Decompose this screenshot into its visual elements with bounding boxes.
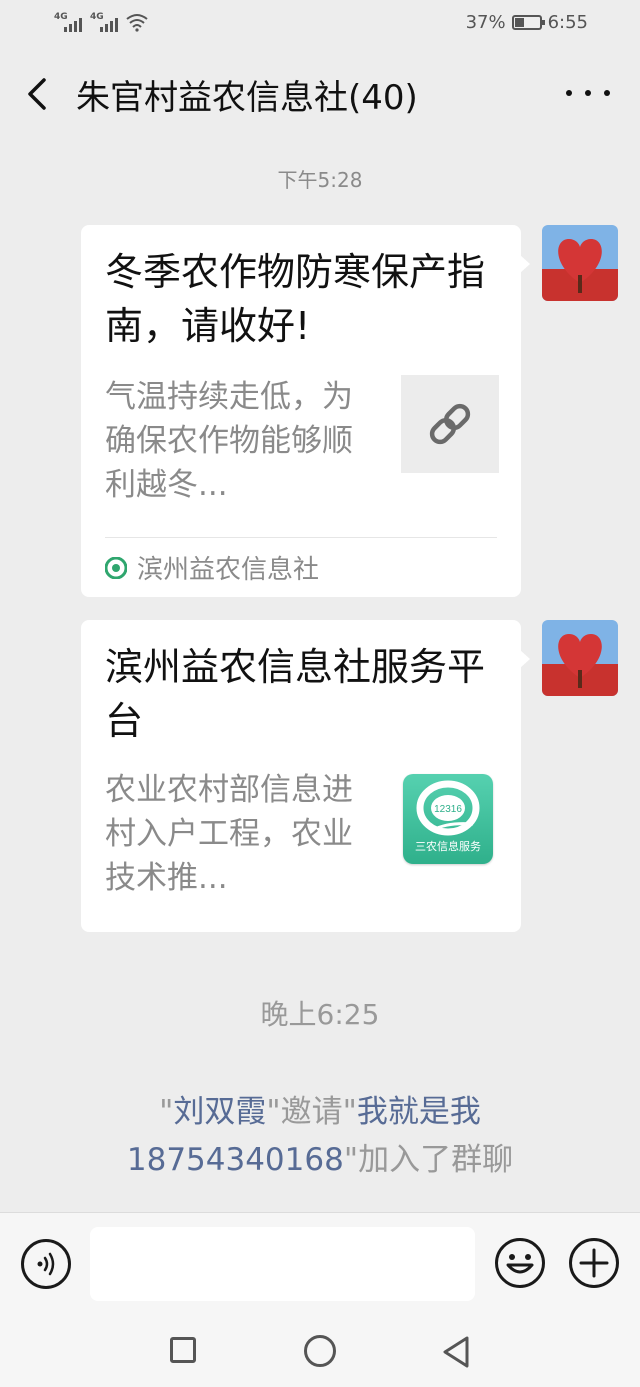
app-caption: 三农信息服务 bbox=[415, 840, 481, 853]
battery-percent: 37% bbox=[465, 12, 506, 33]
more-options-icon[interactable] bbox=[566, 78, 610, 108]
system-nav-bar bbox=[0, 1317, 640, 1387]
wifi-icon bbox=[126, 14, 148, 32]
battery-icon bbox=[511, 15, 545, 30]
chat-screen: 4G 4G 37% 6:55 朱官村益农信息社(40) 下午5:28 冬季农作物… bbox=[0, 0, 640, 1387]
notice-action: 邀请 bbox=[280, 1094, 343, 1130]
inviter-name[interactable]: 刘双霞 bbox=[173, 1094, 266, 1130]
12316-app-icon: 12316 三农信息服务 bbox=[403, 774, 493, 864]
article-title: 冬季农作物防寒保产指南，请收好! bbox=[105, 250, 486, 348]
plus-icon[interactable] bbox=[568, 1237, 620, 1289]
article-source: 滨州益农信息社 bbox=[105, 549, 319, 586]
source-name: 滨州益农信息社 bbox=[137, 555, 320, 585]
back-arrow-icon[interactable] bbox=[18, 74, 58, 114]
message-timestamp: 晚上6:25 bbox=[260, 998, 380, 1031]
group-join-notice: "刘双霞"邀请"我就是我18754340168"加入了群聊 bbox=[126, 1094, 514, 1178]
message-text-input[interactable] bbox=[90, 1227, 475, 1301]
sender-avatar[interactable] bbox=[542, 225, 618, 301]
link-icon bbox=[401, 375, 499, 473]
signal-indicators: 4G 4G bbox=[54, 12, 148, 32]
message-input-bar bbox=[0, 1212, 640, 1317]
voice-input-icon[interactable] bbox=[21, 1239, 71, 1289]
shared-miniapp-card[interactable]: 滨州益农信息社服务平台 农业农村部信息进村入户工程，农业技术推... 12316… bbox=[81, 620, 530, 932]
home-icon[interactable] bbox=[304, 1335, 336, 1367]
miniapp-title: 滨州益农信息社服务平台 bbox=[105, 645, 486, 743]
miniapp-description: 农业农村部信息进村入户工程，农业技术推... bbox=[105, 772, 353, 896]
shared-article-card[interactable]: 冬季农作物防寒保产指南，请收好! 气温持续走低，为确保农作物能够顺利越冬... … bbox=[81, 225, 530, 597]
nav-back-icon[interactable] bbox=[440, 1335, 472, 1369]
emoji-icon[interactable] bbox=[494, 1237, 546, 1289]
chat-header: 朱官村益农信息社(40) bbox=[0, 48, 640, 140]
status-right: 37% 6:55 bbox=[466, 12, 588, 33]
chat-title: 朱官村益农信息社(40) bbox=[76, 78, 418, 118]
recent-apps-icon[interactable] bbox=[170, 1337, 196, 1363]
sim2-signal-icon: 4G bbox=[90, 12, 120, 32]
status-bar: 4G 4G 37% 6:55 bbox=[0, 0, 640, 48]
source-logo-icon bbox=[105, 556, 127, 579]
message-timestamp: 下午5:28 bbox=[277, 168, 363, 192]
card-divider bbox=[105, 537, 497, 538]
notice-suffix: 加入了群聊 bbox=[358, 1142, 514, 1178]
sender-avatar[interactable] bbox=[542, 620, 618, 696]
article-description: 气温持续走低，为确保农作物能够顺利越冬... bbox=[105, 379, 353, 503]
clock: 6:55 bbox=[547, 12, 588, 33]
sim1-signal-icon: 4G bbox=[54, 12, 84, 32]
app-badge-text: 12316 bbox=[434, 804, 462, 815]
